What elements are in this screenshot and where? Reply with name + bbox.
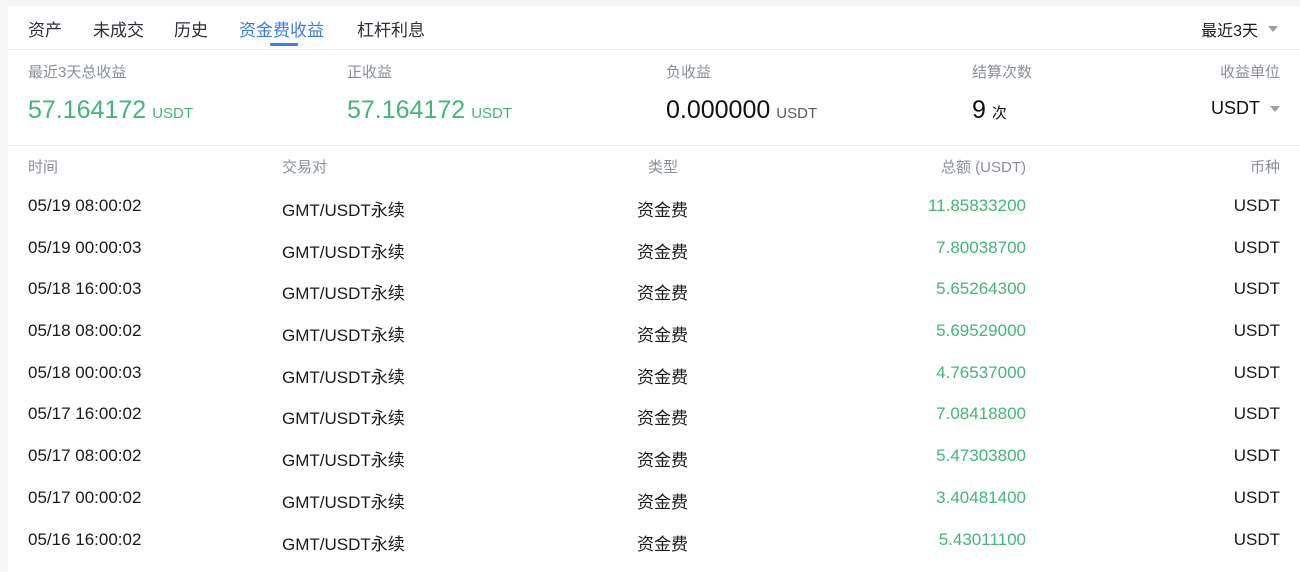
cell-pair: GMT/USDT永续 — [282, 326, 405, 346]
column-header-coin: 币种 — [1249, 159, 1280, 176]
cell-type: 资金费 — [637, 201, 688, 220]
cell-type: 资金费 — [637, 409, 688, 429]
column-header-time: 时间 — [28, 159, 59, 176]
cell-type: 资金费 — [637, 242, 688, 262]
cell-pair: GMT/USDT永续 — [282, 242, 405, 262]
stat-negative-unit: USDT — [776, 105, 818, 122]
cell-time: 05/17 16:00:02 — [28, 404, 142, 424]
cell-amount: 5.69529000 — [936, 321, 1026, 341]
cell-amount: 7.80038700 — [936, 237, 1026, 257]
cell-time: 05/18 16:00:03 — [28, 279, 142, 299]
cell-type: 资金费 — [637, 534, 688, 554]
cell-type: 资金费 — [637, 492, 688, 512]
cell-type: 资金费 — [637, 284, 688, 304]
cell-pair: GMT/USDT永续 — [282, 451, 405, 471]
cell-amount: 5.47303800 — [936, 446, 1026, 466]
cell-amount: 7.08418800 — [936, 404, 1026, 424]
cell-time: 05/17 00:00:02 — [28, 487, 142, 507]
cell-pair: GMT/USDT永续 — [282, 492, 405, 512]
cell-amount: 11.85833200 — [927, 196, 1026, 215]
summary-bar: 最近3天总收益 57.164172 USDT 正收益 57.164172 USD… — [8, 49, 1300, 146]
table-row: 05/16 16:00:02 GMT/USDT永续 资金费 5.43011100… — [8, 530, 1300, 572]
cell-coin: USDT — [1233, 279, 1280, 299]
table-row: 05/18 16:00:03 GMT/USDT永续 资金费 5.65264300… — [8, 279, 1300, 321]
cell-pair: GMT/USDT永续 — [282, 409, 405, 429]
tab-open-orders[interactable]: 未成交 — [93, 16, 144, 41]
stat-total-unit: USDT — [152, 105, 194, 122]
tab-bar: 资产 未成交 历史 资金费收益 杠杆利息 最近3天 — [8, 6, 1300, 50]
stat-negative-income: 负收益 0.000000 USDT — [666, 61, 817, 125]
cell-pair: GMT/USDT永续 — [282, 367, 405, 387]
stat-negative-label: 负收益 — [666, 64, 712, 81]
income-unit-select[interactable]: USDT — [1211, 98, 1280, 119]
active-tab-indicator — [270, 43, 298, 46]
cell-pair: GMT/USDT永续 — [282, 201, 405, 220]
cell-coin: USDT — [1233, 446, 1280, 466]
time-range-select[interactable]: 最近3天 — [1201, 17, 1278, 41]
cell-type: 资金费 — [637, 326, 688, 346]
tab-assets[interactable]: 资产 — [28, 16, 62, 41]
cell-coin: USDT — [1233, 529, 1280, 549]
chevron-down-icon — [1270, 105, 1280, 112]
cell-type: 资金费 — [637, 451, 688, 471]
time-range-value: 最近3天 — [1201, 23, 1258, 40]
stat-total-value: 57.164172 — [28, 96, 147, 124]
cell-type: 资金费 — [637, 367, 688, 387]
tab-margin-interest[interactable]: 杠杆利息 — [357, 16, 425, 41]
tab-funding-fee-income[interactable]: 资金费收益 — [239, 16, 324, 41]
stat-positive-income: 正收益 57.164172 USDT — [347, 61, 512, 125]
cell-time: 05/16 16:00:02 — [28, 529, 142, 549]
table-row: 05/19 00:00:03 GMT/USDT永续 资金费 7.80038700… — [8, 238, 1300, 280]
column-header-type: 类型 — [648, 159, 679, 176]
cell-coin: USDT — [1233, 196, 1280, 215]
cell-coin: USDT — [1233, 487, 1280, 507]
stat-count-label: 结算次数 — [972, 64, 1033, 81]
cell-time: 05/18 08:00:02 — [28, 321, 142, 341]
tab-history[interactable]: 历史 — [174, 16, 208, 41]
cell-coin: USDT — [1233, 404, 1280, 424]
cell-time: 05/19 08:00:02 — [28, 196, 142, 215]
stat-settlement-count: 结算次数 9 次 — [972, 61, 1032, 125]
chevron-down-icon — [1268, 26, 1278, 32]
cell-pair: GMT/USDT永续 — [282, 284, 405, 304]
table-row: 05/17 00:00:02 GMT/USDT永续 资金费 3.40481400… — [8, 488, 1300, 530]
table-row: 05/19 08:00:02 GMT/USDT永续 资金费 11.8583320… — [8, 196, 1300, 238]
table-row: 05/17 08:00:02 GMT/USDT永续 资金费 5.47303800… — [8, 446, 1300, 488]
stat-count-value: 9 — [972, 96, 986, 124]
cell-pair: GMT/USDT永续 — [282, 534, 405, 554]
cell-amount: 3.40481400 — [936, 487, 1026, 507]
cell-coin: USDT — [1233, 237, 1280, 257]
cell-coin: USDT — [1233, 362, 1280, 382]
cell-amount: 5.65264300 — [936, 279, 1026, 299]
column-header-pair: 交易对 — [282, 159, 328, 176]
income-unit-label: 收益单位 — [1219, 64, 1280, 81]
column-header-amount: 总额 (USDT) — [941, 159, 1026, 176]
table-row: 05/18 08:00:02 GMT/USDT永续 资金费 5.69529000… — [8, 321, 1300, 363]
stat-positive-unit: USDT — [471, 105, 513, 122]
table-row: 05/17 16:00:02 GMT/USDT永续 资金费 7.08418800… — [8, 404, 1300, 446]
stat-negative-value: 0.000000 — [666, 96, 771, 124]
table-row: 05/18 00:00:03 GMT/USDT永续 资金费 4.76537000… — [8, 363, 1300, 405]
income-unit-value: USDT — [1211, 98, 1260, 118]
cell-time: 05/18 00:00:03 — [28, 362, 142, 382]
funding-fee-panel: 资产 未成交 历史 资金费收益 杠杆利息 最近3天 最近3天总收益 57.164… — [8, 6, 1300, 572]
stat-total-label: 最近3天总收益 — [28, 64, 127, 81]
cell-amount: 5.43011100 — [938, 529, 1026, 549]
table-header: 时间 交易对 类型 总额 (USDT) 币种 — [8, 156, 1300, 180]
funding-fee-table: 05/19 08:00:02 GMT/USDT永续 资金费 11.8583320… — [8, 196, 1300, 571]
stat-count-unit: 次 — [991, 105, 1007, 122]
cell-time: 05/17 08:00:02 — [28, 446, 142, 466]
cell-amount: 4.76537000 — [936, 362, 1026, 382]
cell-coin: USDT — [1233, 321, 1280, 341]
stat-positive-label: 正收益 — [347, 64, 393, 81]
stat-positive-value: 57.164172 — [347, 96, 466, 124]
cell-time: 05/19 00:00:03 — [28, 237, 142, 257]
stat-total-income: 最近3天总收益 57.164172 USDT — [28, 61, 193, 125]
stat-income-unit: 收益单位 USDT — [1211, 61, 1280, 119]
